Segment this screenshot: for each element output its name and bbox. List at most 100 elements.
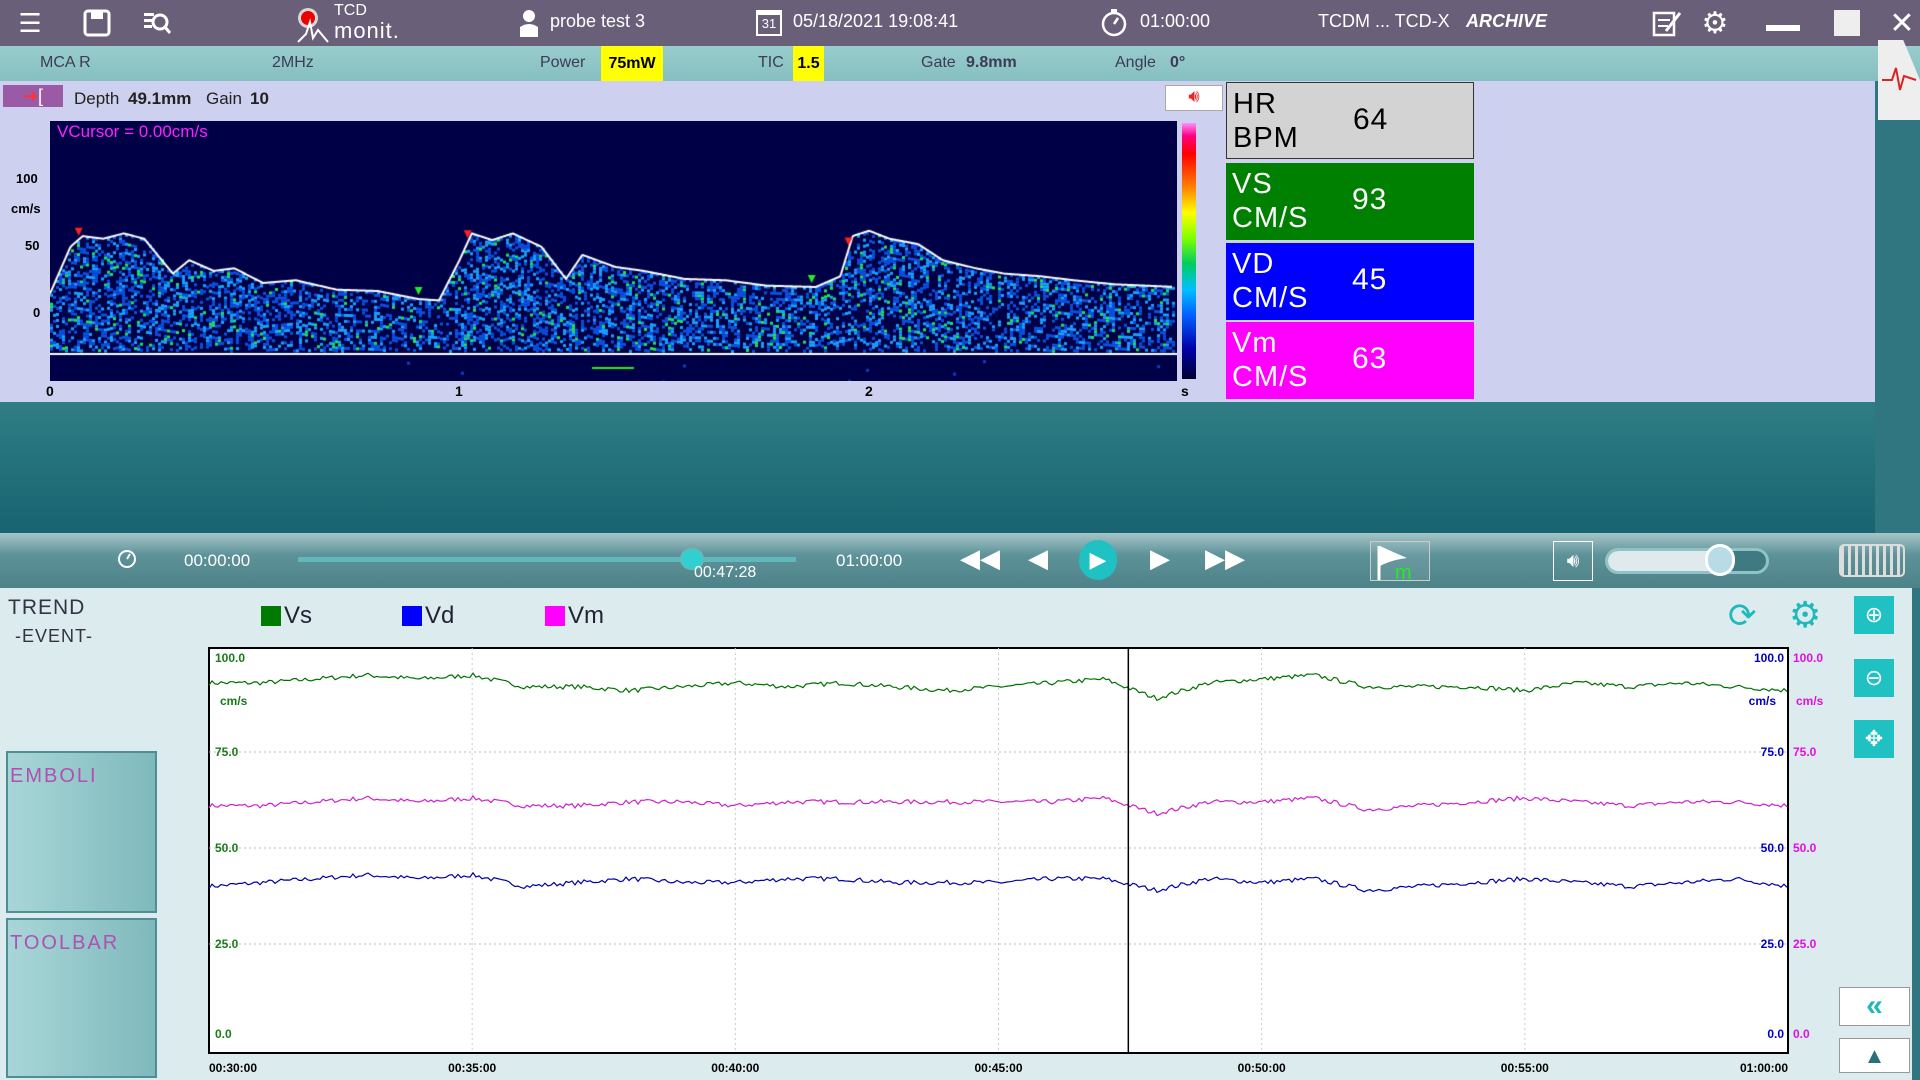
doppler-panel: ➔[ Depth 49.1mm Gain 10 🔊︎ VCursor = 0.0… [0, 81, 1875, 402]
far-right-y-tick: 75.0 [1793, 745, 1817, 759]
right-y-tick: 50.0 [1761, 841, 1785, 855]
depth-value[interactable]: 49.1mm [128, 89, 191, 109]
close-icon[interactable]: ✕ [1885, 6, 1919, 40]
depth-label: Depth [74, 89, 120, 108]
left-y-tick: 75.0 [215, 745, 239, 759]
svg-text:m: m [1395, 562, 1412, 582]
y-tick-50: 50 [25, 238, 40, 253]
x-tick-1: 1 [455, 383, 463, 399]
zoom-fit-icon: ✥ [1864, 726, 1884, 751]
angle-value[interactable]: 0° [1170, 54, 1185, 72]
stopwatch-icon [116, 547, 138, 574]
y-unit: cm/s [11, 201, 41, 216]
tic-label: TIC [758, 54, 784, 71]
right-y-tick: 100.0 [1754, 651, 1784, 665]
metric-value: 93 [1352, 183, 1388, 216]
speaker-icon: 🔊︎ [1566, 550, 1580, 572]
power-label: Power [540, 54, 586, 71]
zoom-out-icon: ⊖ [1864, 665, 1884, 690]
playback-end-time: 01:00:00 [836, 551, 903, 570]
play-button[interactable]: ▶ [1079, 540, 1117, 580]
metric-vs: VS CM/S 93 [1226, 163, 1474, 240]
metric-label: HR [1233, 88, 1277, 120]
playback-slider[interactable] [298, 557, 796, 562]
zoom-fit-button[interactable]: ✥ [1854, 720, 1894, 758]
playback-start-time: 00:00:00 [184, 551, 251, 570]
metric-unit: CM/S [1232, 361, 1309, 393]
menu-icon[interactable]: ☰ [13, 6, 47, 40]
doppler-spectrum[interactable] [50, 121, 1177, 381]
gain-value[interactable]: 10 [250, 89, 269, 109]
power-value[interactable]: 75mW [601, 46, 663, 81]
step-forward-button[interactable]: ▶ [1150, 543, 1170, 574]
user-icon [512, 6, 546, 40]
scroll-up-button[interactable]: ▲ [1839, 1038, 1910, 1073]
far-right-y-tick: 100.0 [1793, 651, 1823, 665]
arrow-right-icon: ➔ [22, 86, 39, 106]
left-y-tick: 0.0 [215, 1027, 232, 1041]
maximize-icon[interactable] [1830, 6, 1864, 40]
x-tick: 00:50:00 [1238, 1061, 1286, 1075]
angle-label: Angle [1115, 54, 1156, 71]
metric-label: VS [1232, 168, 1273, 200]
volume-slider[interactable] [1605, 548, 1769, 574]
metric-vd: VD CM/S 45 [1226, 243, 1474, 320]
x-tick: 00:35:00 [448, 1061, 496, 1075]
volume-slider-thumb[interactable] [1704, 544, 1735, 576]
search-document-icon[interactable] [140, 6, 174, 40]
speaker-icon: 🔊︎ [1188, 86, 1200, 106]
right-y-tick: 75.0 [1761, 745, 1785, 759]
metric-vm: Vm CM/S 63 [1226, 322, 1474, 399]
collapse-left-button[interactable]: « [1839, 987, 1910, 1026]
event-marker-button[interactable]: m [1370, 541, 1430, 584]
doppler-audio-button[interactable]: 🔊︎ [1165, 85, 1223, 111]
x-unit: s [1181, 383, 1189, 399]
battery-icon [1839, 544, 1905, 577]
exit-gate-button[interactable]: ➔[ [3, 85, 63, 107]
minimize-icon[interactable] [1766, 6, 1800, 40]
metric-label: Vm [1232, 327, 1278, 359]
zoom-in-button[interactable]: ⊕ [1854, 596, 1894, 634]
metric-value: 63 [1352, 342, 1388, 375]
save-icon[interactable] [80, 6, 114, 40]
right-y-tick: 0.0 [1767, 1027, 1784, 1041]
fast-rewind-button[interactable]: ◀◀ [960, 543, 1000, 574]
far-right-y-tick: 0.0 [1793, 1027, 1810, 1041]
background-band [0, 402, 1875, 533]
x-tick-2: 2 [865, 383, 873, 399]
x-tick-0: 0 [46, 383, 54, 399]
notes-icon[interactable] [1650, 6, 1684, 40]
stopwatch-icon [1097, 6, 1131, 40]
metric-value: 64 [1353, 103, 1389, 136]
y-unit: cm/s [1796, 694, 1824, 708]
fast-forward-button[interactable]: ▶▶ [1205, 543, 1245, 574]
step-back-button[interactable]: ◀ [1028, 543, 1048, 574]
frequency-label: 2MHz [272, 54, 314, 71]
x-tick: 00:45:00 [974, 1061, 1022, 1075]
metric-unit: BPM [1233, 122, 1299, 154]
calendar-icon[interactable]: 31 [752, 6, 786, 40]
volume-button[interactable]: 🔊︎ [1553, 541, 1593, 581]
mode-label: ARCHIVE [1466, 11, 1548, 31]
x-tick: 00:30:00 [209, 1061, 257, 1075]
playback-current-time: 00:47:28 [694, 564, 757, 581]
far-right-y-tick: 50.0 [1793, 841, 1817, 855]
parameter-bar: MCA R 2MHz Power 75mW TIC 1.5 Gate 9.8mm… [0, 46, 1920, 81]
y-tick-0: 0 [33, 305, 41, 320]
y-tick-100: 100 [16, 171, 38, 186]
metric-label: VD [1232, 248, 1275, 280]
right-y-tick: 25.0 [1761, 937, 1785, 951]
top-bar: ☰ TCD monit. probe test 3 31 05/18/2021 … [0, 0, 1920, 46]
zoom-out-button[interactable]: ⊖ [1854, 659, 1894, 697]
gate-value[interactable]: 9.8mm [966, 54, 1017, 72]
datetime: 05/18/2021 19:08:41 [793, 11, 959, 31]
gate-label: Gate [921, 54, 956, 71]
trend-chart[interactable]: 0.0 0.0 0.0 25.0 25.0 25.0 50.0 50.0 50.0 75.0 75.… [0, 588, 1838, 1080]
zoom-in-icon: ⊕ [1864, 602, 1884, 627]
vessel-label: MCA R [40, 54, 91, 71]
recording-duration: 01:00:00 [1140, 11, 1211, 31]
left-y-tick: 100.0 [215, 651, 245, 665]
left-y-tick: 50.0 [215, 841, 239, 855]
gear-icon[interactable]: ⚙ [1698, 6, 1732, 40]
x-tick: 00:40:00 [711, 1061, 759, 1075]
